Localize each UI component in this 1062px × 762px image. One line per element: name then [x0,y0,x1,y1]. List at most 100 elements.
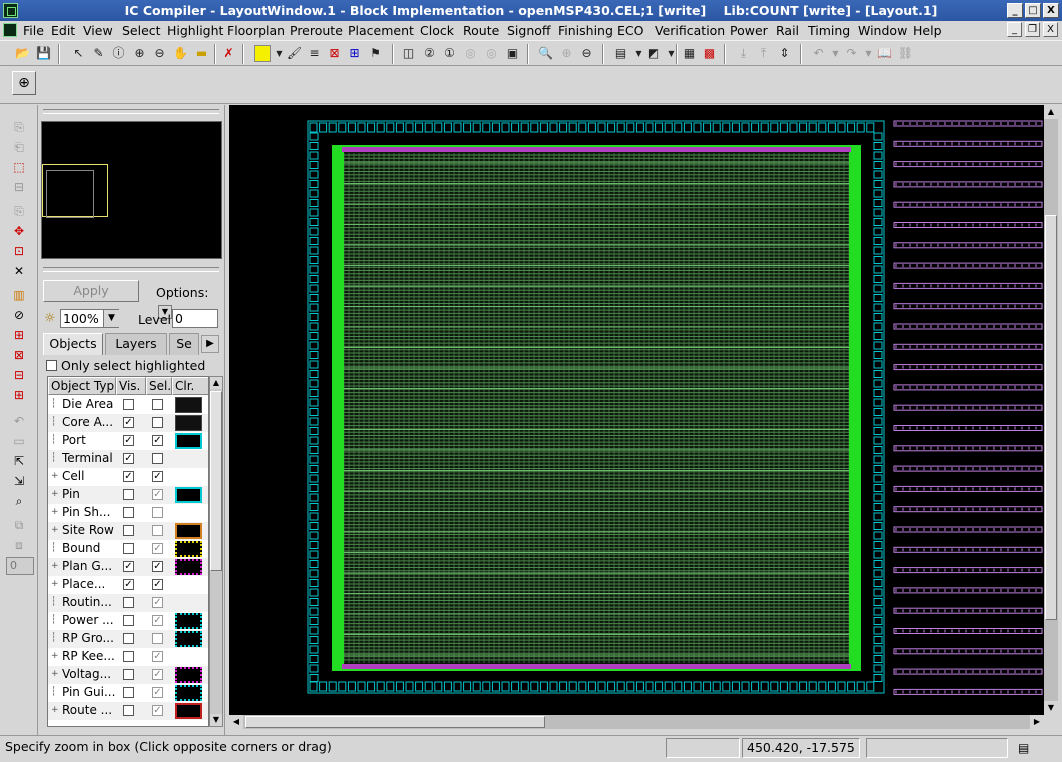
scroll-right-icon[interactable]: ▶ [1030,715,1044,729]
expand-icon[interactable]: + [51,472,60,481]
table-row[interactable]: ┆ Die Area [48,396,208,414]
color-swatch[interactable] [175,415,202,431]
visible-checkbox[interactable] [123,543,134,554]
table-row[interactable]: + Pin ✓ [48,486,208,504]
expand-icon[interactable]: + [51,580,60,589]
log-icon[interactable]: ▤ [1018,741,1029,755]
color-swatch[interactable] [175,613,202,629]
expand-icon[interactable]: + [51,490,60,499]
zoom-prev-icon[interactable]: ◎ [462,45,479,62]
menu-power[interactable]: Power [730,23,768,38]
book-icon[interactable]: 📖 [876,45,893,62]
color-swatch[interactable] [175,631,202,647]
align4-icon[interactable]: ⊞ [10,387,28,403]
col-clr[interactable]: Clr. [172,377,208,395]
selectable-checkbox[interactable]: ✓ [152,669,163,680]
align-top-icon[interactable]: ⤒ [755,45,772,62]
undo-tool-icon[interactable]: ↶ [10,413,28,429]
menu-route[interactable]: Route [463,23,499,38]
zoom-in-icon[interactable]: ⊕ [131,45,148,62]
menu-finishing[interactable]: Finishing [558,23,613,38]
move-icon[interactable]: ✥ [10,223,28,239]
table-row[interactable]: ┆ Routin... ✓ [48,594,208,612]
visible-checkbox[interactable] [123,399,134,410]
tab-objects[interactable]: Objects [43,333,103,355]
visible-checkbox[interactable]: ✓ [123,417,134,428]
visible-checkbox[interactable]: ✓ [123,471,134,482]
v-scroll-thumb[interactable] [1045,215,1057,620]
col-sel[interactable]: Sel. [146,377,172,395]
color-swatch[interactable] [175,523,202,539]
panel-grip[interactable] [43,109,219,114]
export-icon[interactable]: ⇱ [10,453,28,469]
selectable-checkbox[interactable]: ✓ [152,651,163,662]
expand-icon[interactable]: + [51,706,60,715]
color-swatch[interactable] [175,433,202,449]
selectable-checkbox[interactable] [152,453,163,464]
visible-checkbox[interactable] [123,651,134,662]
table-row[interactable]: ┆ Bound ✓ [48,540,208,558]
tab-settings[interactable]: Se [169,333,199,355]
only-select-highlighted[interactable]: Only select highlighted [46,358,205,373]
maximize-button[interactable]: □ [1025,3,1041,18]
align3-icon[interactable]: ⊟ [10,367,28,383]
menu-select[interactable]: Select [122,23,161,38]
clear-icon[interactable]: ✗ [220,45,237,62]
color-bars-icon[interactable]: ▥ [10,287,28,303]
visible-checkbox[interactable] [123,525,134,536]
mdi-close-button[interactable]: X [1043,22,1058,37]
pan-hand-icon[interactable]: ✋ [172,45,189,62]
only-select-checkbox[interactable] [46,360,57,371]
visible-checkbox[interactable] [123,705,134,716]
binoculars-icon[interactable]: ⛓ [897,45,914,62]
minimize-button[interactable]: _ [1007,3,1023,18]
chevron-down-icon[interactable]: ▼ [103,310,119,327]
save-icon[interactable]: 💾 [35,45,52,62]
hierarchy-icon[interactable]: ⊠ [326,45,343,62]
color-swatch[interactable] [175,487,202,503]
scroll-up-icon[interactable]: ▲ [1044,105,1058,119]
expand-icon[interactable]: + [51,526,60,535]
import-icon[interactable]: ⇲ [10,473,28,489]
net-icon[interactable]: ⊞ [346,45,363,62]
table-row[interactable]: ┆ RP Gro... [48,630,208,648]
highlight-color-icon[interactable] [254,45,271,62]
menu-eco[interactable]: ECO [617,23,643,38]
selectable-checkbox[interactable]: ✓ [152,579,163,590]
doc-icon[interactable] [3,23,17,37]
scroll-down-icon[interactable]: ▼ [210,714,222,726]
stack-icon[interactable]: ⎗ [10,139,28,155]
object-table-scrollbar[interactable]: ▲ ▼ [209,376,223,727]
mdi-minimize-button[interactable]: _ [1007,22,1022,37]
zoom-fit-icon[interactable]: ◫ [400,45,417,62]
table-row[interactable]: ┆ Port ✓ ✓ [48,432,208,450]
visible-checkbox[interactable]: ✓ [123,579,134,590]
table-row[interactable]: + Route ... ✓ [48,702,208,720]
visible-checkbox[interactable] [123,615,134,626]
group-icon[interactable]: ⧉ [10,517,28,533]
selectable-checkbox[interactable] [152,525,163,536]
visible-checkbox[interactable]: ✓ [123,435,134,446]
color-swatch[interactable] [175,667,202,683]
menu-floorplan[interactable]: Floorplan [227,23,285,38]
selectable-checkbox[interactable]: ✓ [152,561,163,572]
h-scroll-thumb[interactable] [245,716,545,728]
layout-canvas[interactable] [229,105,1044,715]
selectable-checkbox[interactable] [152,633,163,644]
grid-icon[interactable]: ▦ [681,45,698,62]
col-vis[interactable]: Vis. [116,377,146,395]
menu-verification[interactable]: Verification [655,23,725,38]
query-icon[interactable]: ⌕ [10,493,28,509]
menu-window[interactable]: Window [858,23,907,38]
align-bottom-icon[interactable]: ⤓ [735,45,752,62]
selectable-checkbox[interactable]: ✓ [152,489,163,500]
color-swatch[interactable] [175,541,202,557]
zoom-next-icon[interactable]: ◎ [483,45,500,62]
color-swatch[interactable] [175,397,202,413]
zoom-1-icon[interactable]: ① [441,45,458,62]
menu-edit[interactable]: Edit [51,23,75,38]
pencil-icon[interactable]: ✎ [90,45,107,62]
box-tool-icon[interactable]: ▭ [10,433,28,449]
menu-placement[interactable]: Placement [348,23,414,38]
level-field[interactable]: 0 [6,557,34,575]
